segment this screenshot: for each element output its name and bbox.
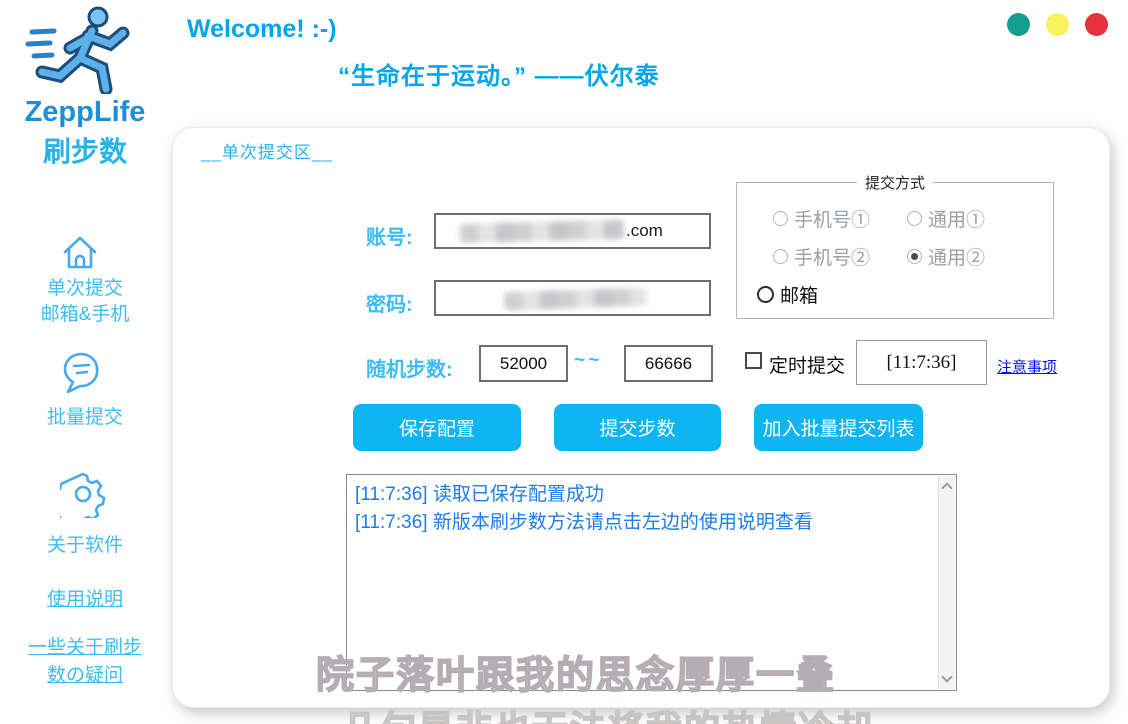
radio-icon [773,211,788,226]
runner-logo-icon [22,6,140,94]
sidebar-label-single-submit-2[interactable]: 邮箱&手机 [0,299,170,326]
sidebar-label-about[interactable]: 关于软件 [0,530,170,557]
radio-icon [757,286,774,303]
log-line: [11:7:36] 读取已保存配置成功 [355,481,930,509]
window-dot-teal-icon[interactable] [1007,13,1030,36]
submit-steps-button[interactable]: 提交步数 [554,404,721,451]
timed-submit-checkbox[interactable] [745,352,762,369]
sidebar-item-batch-submit[interactable] [58,349,104,400]
sidebar-label-batch-submit[interactable]: 批量提交 [0,402,170,429]
scrollbar-down-icon[interactable] [941,671,952,682]
radio-method-general1[interactable]: 通用① [907,205,985,232]
notes-link[interactable]: 注意事项 [997,356,1057,377]
welcome-text: Welcome! :-) [187,15,337,44]
sidebar-label-single-submit[interactable]: 单次提交 [0,273,170,300]
app-title-cn: 刷步数 [0,130,170,170]
redacted-password-value [504,288,647,311]
single-submit-panel: __单次提交区__ 账号: .com 密码: 提交方式 手机号① 通用① [172,127,1110,708]
home-icon [60,233,100,271]
account-label: 账号: [366,221,413,250]
timer-time-field[interactable]: [11:7:36] [856,340,987,385]
redacted-account-value [460,220,624,243]
sidebar-link-instructions[interactable]: 使用说明 [0,584,170,611]
radio-method-email[interactable]: 邮箱 [757,281,818,308]
steps-label: 随机步数: [366,353,453,382]
app-title-en: ZeppLife [0,96,170,129]
steps-max-input[interactable] [624,345,713,382]
timed-submit-label[interactable]: 定时提交 [769,351,845,378]
gear-icon [60,470,106,518]
log-lines: [11:7:36] 读取已保存配置成功 [11:7:36] 新版本刷步数方法请点… [355,481,930,537]
scrollbar-up-icon[interactable] [941,482,952,493]
method-group-legend: 提交方式 [857,172,933,193]
chat-icon [58,349,104,395]
sidebar-link-faq-line2[interactable]: 数の疑问 [0,660,170,687]
radio-method-general2-selected[interactable]: 通用② [907,243,985,270]
save-config-button[interactable]: 保存配置 [353,404,521,451]
add-to-batch-button[interactable]: 加入批量提交列表 [754,404,923,451]
steps-min-input[interactable] [479,345,568,382]
motto-text: “生命在于运动。” ——伏尔泰 [338,56,660,91]
account-visible-suffix: .com [626,221,663,241]
steps-range-separator: ~~ [574,350,602,372]
window-dot-red-icon[interactable] [1085,13,1108,36]
sidebar-item-about[interactable] [60,470,106,523]
radio-selected-icon [907,249,922,264]
log-scrollbar[interactable] [938,476,955,689]
method-groupbox: 提交方式 手机号① 通用① 手机号② 通用② 邮箱 [736,182,1054,319]
section-label: __单次提交区__ [201,138,333,163]
window-dot-yellow-icon[interactable] [1046,13,1069,36]
radio-method-phone1[interactable]: 手机号① [773,205,870,232]
sidebar-link-faq-line1[interactable]: 一些关于刷步 [0,632,170,659]
radio-method-phone2[interactable]: 手机号② [773,243,870,270]
radio-icon [773,249,788,264]
radio-icon [907,211,922,226]
log-line: [11:7:36] 新版本刷步数方法请点击左边的使用说明查看 [355,509,930,537]
account-input[interactable]: .com [434,213,711,249]
sidebar-item-single-submit[interactable] [60,233,100,276]
password-label: 密码: [366,288,413,317]
app-window: ZeppLife 刷步数 单次提交 邮箱&手机 批量提交 [0,0,1128,724]
log-textarea[interactable]: [11:7:36] 读取已保存配置成功 [11:7:36] 新版本刷步数方法请点… [346,474,957,691]
password-input[interactable] [434,280,711,316]
